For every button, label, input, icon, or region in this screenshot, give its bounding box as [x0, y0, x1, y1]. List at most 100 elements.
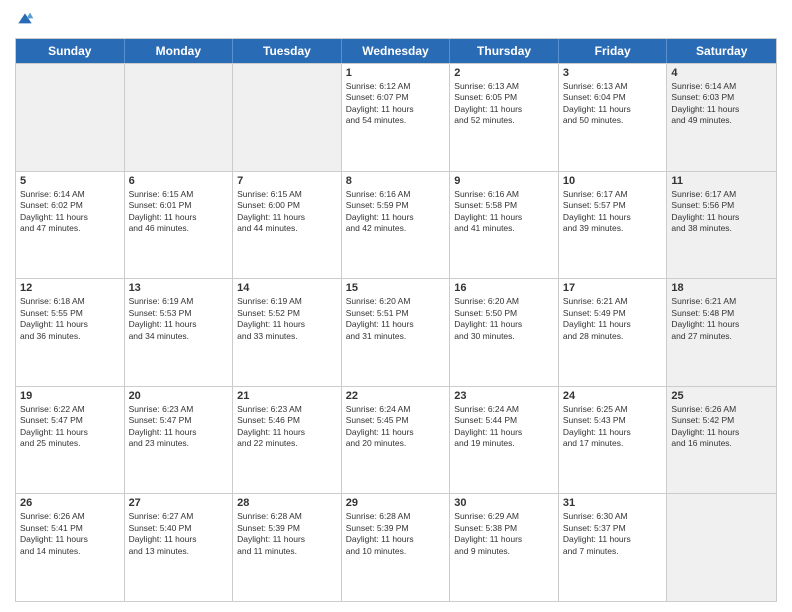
header-day-thursday: Thursday	[450, 39, 559, 63]
day-info: Sunrise: 6:20 AM Sunset: 5:51 PM Dayligh…	[346, 296, 446, 342]
day-info: Sunrise: 6:16 AM Sunset: 5:59 PM Dayligh…	[346, 189, 446, 235]
cal-cell: 17Sunrise: 6:21 AM Sunset: 5:49 PM Dayli…	[559, 279, 668, 386]
day-info: Sunrise: 6:15 AM Sunset: 6:01 PM Dayligh…	[129, 189, 229, 235]
calendar-body: 1 Sunrise: 6:12 AM Sunset: 6:07 PM Daylig…	[16, 63, 776, 601]
day-number: 8	[346, 175, 446, 187]
day-number: 3	[563, 67, 663, 79]
cal-cell: 23 Sunrise: 6:24 AM Sunset: 5:44 PM Dayli…	[450, 387, 559, 494]
day-number: 9	[454, 175, 554, 187]
day-info: Sunrise: 6:16 AM Sunset: 5:58 PM Dayligh…	[454, 189, 554, 235]
logo-icon	[15, 10, 35, 30]
cal-cell: 8 Sunrise: 6:16 AM Sunset: 5:59 PM Daylig…	[342, 172, 451, 279]
day-info: Sunrise: 6:28 AM Sunset: 5:39 PM Dayligh…	[237, 511, 337, 557]
day-info: Sunrise: 6:12 AM Sunset: 6:07 PM Dayligh…	[346, 81, 446, 127]
cal-cell: 18 Sunrise: 6:21 AM Sunset: 5:48 PM Dayli…	[667, 279, 776, 386]
day-info: Sunrise: 6:13 AM Sunset: 6:04 PM Dayligh…	[563, 81, 663, 127]
week-row-1: 1 Sunrise: 6:12 AM Sunset: 6:07 PM Daylig…	[16, 63, 776, 171]
day-info: Sunrise: 6:29 AM Sunset: 5:38 PM Dayligh…	[454, 511, 554, 557]
day-info: Sunrise: 6:23 AM Sunset: 5:46 PM Dayligh…	[237, 404, 337, 450]
day-number: 15	[346, 282, 446, 294]
day-number: 29	[346, 497, 446, 509]
header-day-wednesday: Wednesday	[342, 39, 451, 63]
day-info: Sunrise: 6:17 AM Sunset: 5:56 PM Dayligh…	[671, 189, 772, 235]
day-info: Sunrise: 6:23 AM Sunset: 5:47 PM Dayligh…	[129, 404, 229, 450]
day-number: 27	[129, 497, 229, 509]
day-number: 26	[20, 497, 120, 509]
logo	[15, 10, 39, 30]
day-info: Sunrise: 6:15 AM Sunset: 6:00 PM Dayligh…	[237, 189, 337, 235]
day-number: 2	[454, 67, 554, 79]
cal-cell: 10 Sunrise: 6:17 AM Sunset: 5:57 PM Dayli…	[559, 172, 668, 279]
day-info: Sunrise: 6:17 AM Sunset: 5:57 PM Dayligh…	[563, 189, 663, 235]
day-number: 18	[671, 282, 772, 294]
cal-cell: 19Sunrise: 6:22 AM Sunset: 5:47 PM Dayli…	[16, 387, 125, 494]
cal-cell: 6Sunrise: 6:15 AM Sunset: 6:01 PM Daylig…	[125, 172, 234, 279]
cal-cell: 14 Sunrise: 6:19 AM Sunset: 5:52 PM Dayli…	[233, 279, 342, 386]
day-number: 28	[237, 497, 337, 509]
day-info: Sunrise: 6:19 AM Sunset: 5:53 PM Dayligh…	[129, 296, 229, 342]
day-info: Sunrise: 6:14 AM Sunset: 6:03 PM Dayligh…	[671, 81, 772, 127]
cal-cell: 20 Sunrise: 6:23 AM Sunset: 5:47 PM Dayli…	[125, 387, 234, 494]
day-info: Sunrise: 6:24 AM Sunset: 5:44 PM Dayligh…	[454, 404, 554, 450]
cal-cell: 31 Sunrise: 6:30 AM Sunset: 5:37 PM Dayli…	[559, 494, 668, 601]
cal-cell: 24Sunrise: 6:25 AM Sunset: 5:43 PM Dayli…	[559, 387, 668, 494]
day-info: Sunrise: 6:26 AM Sunset: 5:42 PM Dayligh…	[671, 404, 772, 450]
cal-cell: 9 Sunrise: 6:16 AM Sunset: 5:58 PM Daylig…	[450, 172, 559, 279]
header-day-saturday: Saturday	[667, 39, 776, 63]
cal-cell: 11 Sunrise: 6:17 AM Sunset: 5:56 PM Dayli…	[667, 172, 776, 279]
day-info: Sunrise: 6:21 AM Sunset: 5:48 PM Dayligh…	[671, 296, 772, 342]
cal-cell: 26 Sunrise: 6:26 AM Sunset: 5:41 PM Dayli…	[16, 494, 125, 601]
cal-cell	[16, 64, 125, 171]
day-number: 12	[20, 282, 120, 294]
cal-cell	[125, 64, 234, 171]
cal-cell: 30 Sunrise: 6:29 AM Sunset: 5:38 PM Dayli…	[450, 494, 559, 601]
day-number: 22	[346, 390, 446, 402]
day-info: Sunrise: 6:24 AM Sunset: 5:45 PM Dayligh…	[346, 404, 446, 450]
day-info: Sunrise: 6:18 AM Sunset: 5:55 PM Dayligh…	[20, 296, 120, 342]
day-info: Sunrise: 6:28 AM Sunset: 5:39 PM Dayligh…	[346, 511, 446, 557]
cal-cell: 4 Sunrise: 6:14 AM Sunset: 6:03 PM Daylig…	[667, 64, 776, 171]
cal-cell: 3 Sunrise: 6:13 AM Sunset: 6:04 PM Daylig…	[559, 64, 668, 171]
header-day-sunday: Sunday	[16, 39, 125, 63]
cal-cell: 7 Sunrise: 6:15 AM Sunset: 6:00 PM Daylig…	[233, 172, 342, 279]
week-row-3: 12 Sunrise: 6:18 AM Sunset: 5:55 PM Dayli…	[16, 278, 776, 386]
cal-cell: 27Sunrise: 6:27 AM Sunset: 5:40 PM Dayli…	[125, 494, 234, 601]
header-day-monday: Monday	[125, 39, 234, 63]
day-number: 5	[20, 175, 120, 187]
cal-cell: 22 Sunrise: 6:24 AM Sunset: 5:45 PM Dayli…	[342, 387, 451, 494]
day-number: 20	[129, 390, 229, 402]
day-number: 1	[346, 67, 446, 79]
week-row-4: 19Sunrise: 6:22 AM Sunset: 5:47 PM Dayli…	[16, 386, 776, 494]
day-number: 19	[20, 390, 120, 402]
day-number: 7	[237, 175, 337, 187]
week-row-2: 5 Sunrise: 6:14 AM Sunset: 6:02 PM Daylig…	[16, 171, 776, 279]
day-number: 30	[454, 497, 554, 509]
day-number: 31	[563, 497, 663, 509]
day-number: 11	[671, 175, 772, 187]
day-number: 16	[454, 282, 554, 294]
page: SundayMondayTuesdayWednesdayThursdayFrid…	[0, 0, 792, 612]
day-info: Sunrise: 6:14 AM Sunset: 6:02 PM Dayligh…	[20, 189, 120, 235]
day-info: Sunrise: 6:25 AM Sunset: 5:43 PM Dayligh…	[563, 404, 663, 450]
day-number: 10	[563, 175, 663, 187]
cal-cell	[233, 64, 342, 171]
day-info: Sunrise: 6:26 AM Sunset: 5:41 PM Dayligh…	[20, 511, 120, 557]
cal-cell: 21Sunrise: 6:23 AM Sunset: 5:46 PM Dayli…	[233, 387, 342, 494]
cal-cell: 13Sunrise: 6:19 AM Sunset: 5:53 PM Dayli…	[125, 279, 234, 386]
header	[15, 10, 777, 30]
day-number: 23	[454, 390, 554, 402]
day-info: Sunrise: 6:21 AM Sunset: 5:49 PM Dayligh…	[563, 296, 663, 342]
day-info: Sunrise: 6:30 AM Sunset: 5:37 PM Dayligh…	[563, 511, 663, 557]
day-number: 4	[671, 67, 772, 79]
day-info: Sunrise: 6:19 AM Sunset: 5:52 PM Dayligh…	[237, 296, 337, 342]
calendar: SundayMondayTuesdayWednesdayThursdayFrid…	[15, 38, 777, 602]
cal-cell: 2Sunrise: 6:13 AM Sunset: 6:05 PM Daylig…	[450, 64, 559, 171]
day-number: 25	[671, 390, 772, 402]
cal-cell: 28 Sunrise: 6:28 AM Sunset: 5:39 PM Dayli…	[233, 494, 342, 601]
header-day-tuesday: Tuesday	[233, 39, 342, 63]
cal-cell: 5 Sunrise: 6:14 AM Sunset: 6:02 PM Daylig…	[16, 172, 125, 279]
week-row-5: 26 Sunrise: 6:26 AM Sunset: 5:41 PM Dayli…	[16, 493, 776, 601]
day-number: 14	[237, 282, 337, 294]
header-day-friday: Friday	[559, 39, 668, 63]
cal-cell: 16Sunrise: 6:20 AM Sunset: 5:50 PM Dayli…	[450, 279, 559, 386]
